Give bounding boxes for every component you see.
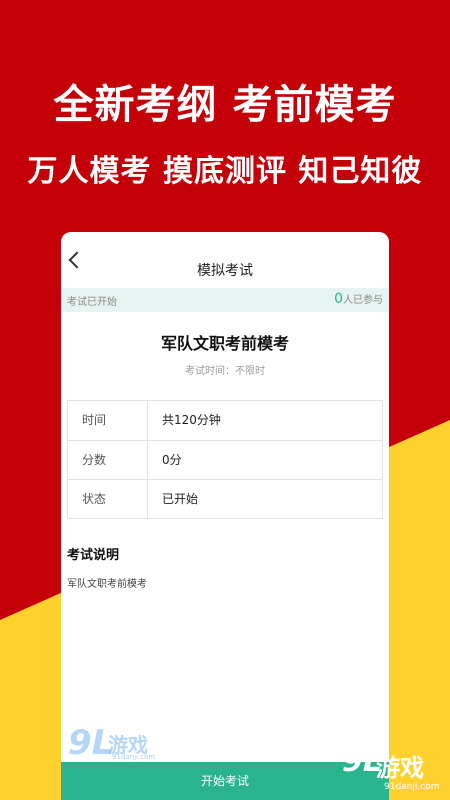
exam-info-table: 时间 共120分钟 分数 0分 状态 已开始 <box>67 400 383 519</box>
watermark-name: 游戏 <box>376 754 424 782</box>
exam-time-limit: 考试时间：不限时 <box>185 366 265 377</box>
description-heading: 考试说明 <box>67 548 120 563</box>
headline-primary: 全新考纲 考前模考 <box>53 82 397 128</box>
info-row-status: 状态 已开始 <box>68 479 382 518</box>
watermark-logo-right: 9L 游戏 91danji.com <box>330 744 450 800</box>
exam-title: 军队文职考前模考 <box>160 334 289 353</box>
info-key: 状态 <box>68 480 148 518</box>
watermark-mark: 9L <box>68 723 114 763</box>
page-title: 模拟考试 <box>197 263 253 279</box>
participant-count-suffix: 人已参与 <box>343 295 383 306</box>
nav-bar: 模拟考试 <box>61 232 389 288</box>
exam-status-text: 考试已开始 <box>67 297 117 308</box>
headline-secondary: 万人模考 摸底测评 知己知彼 <box>27 154 423 189</box>
info-value: 已开始 <box>162 492 199 506</box>
watermark-url: 91danji.com <box>112 753 156 761</box>
participant-count: 0人已参与 <box>334 291 383 307</box>
info-row-time: 时间 共120分钟 <box>68 401 382 440</box>
participant-count-number: 0 <box>334 291 343 307</box>
watermark-logo-left: 9L 游戏 91danji.com <box>68 723 178 765</box>
info-value: 共120分钟 <box>162 413 221 427</box>
watermark-url: 91danji.com <box>384 782 440 792</box>
description-text: 军队文职考前模考 <box>67 579 147 590</box>
exam-status-strip: 考试已开始 0人已参与 <box>61 288 389 312</box>
info-key: 时间 <box>68 401 148 440</box>
info-row-score: 分数 0分 <box>68 440 382 479</box>
info-value: 0分 <box>162 453 182 467</box>
info-key: 分数 <box>68 441 148 479</box>
phone-screen: 模拟考试 考试已开始 0人已参与 军队文职考前模考 考试时间：不限时 时间 共1… <box>61 232 389 800</box>
